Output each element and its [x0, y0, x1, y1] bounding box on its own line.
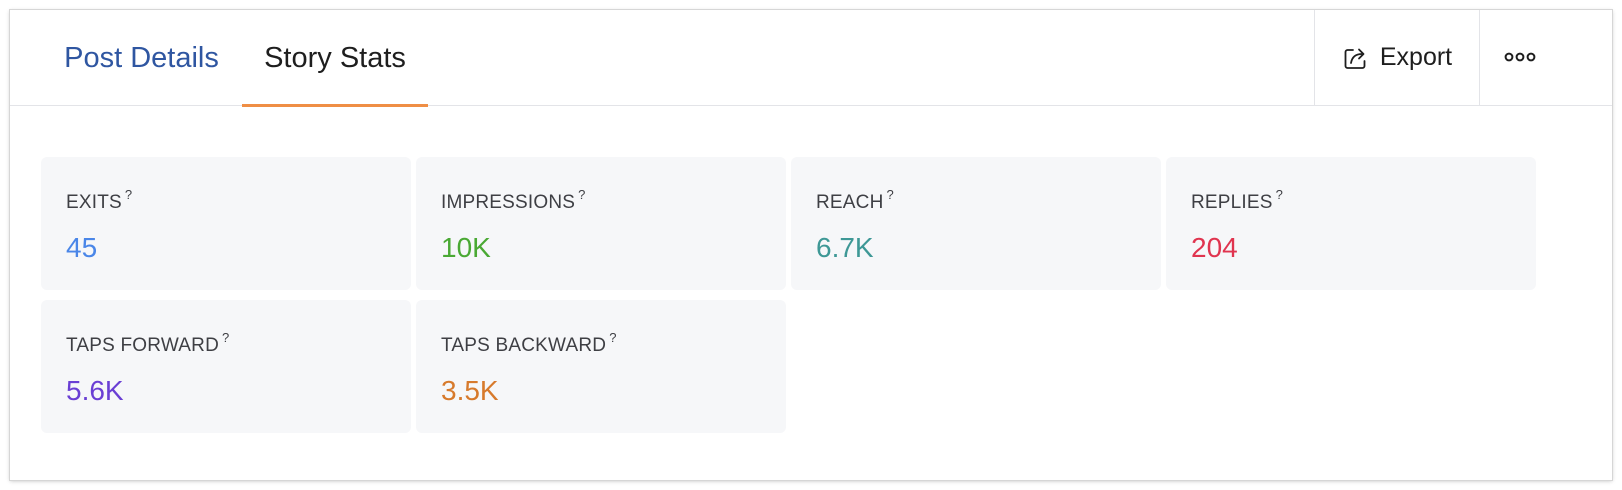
stat-label: TAPS BACKWARD? [441, 330, 617, 357]
help-icon[interactable]: ? [887, 187, 894, 202]
help-icon[interactable]: ? [222, 330, 229, 345]
stat-label-text: IMPRESSIONS [441, 192, 576, 213]
stat-card-taps-forward: TAPS FORWARD? 5.6K [41, 300, 411, 433]
stat-card-replies: REPLIES? 204 [1166, 157, 1536, 290]
stat-card-taps-backward: TAPS BACKWARD? 3.5K [416, 300, 786, 433]
stat-value: 5.6K [66, 375, 124, 406]
tab-post-details-label: Post Details [64, 41, 219, 74]
help-icon[interactable]: ? [609, 330, 616, 345]
stat-card-exits: EXITS? 45 [41, 157, 411, 290]
export-share-icon [1342, 44, 1370, 72]
stat-value: 6.7K [816, 232, 874, 263]
stat-value: 45 [66, 232, 98, 263]
stat-label: REPLIES? [1191, 187, 1283, 214]
stat-label: TAPS FORWARD? [66, 330, 229, 357]
stat-value: 3.5K [441, 375, 499, 406]
stat-label: REACH? [816, 187, 894, 214]
help-icon[interactable]: ? [1276, 187, 1283, 202]
stat-card-impressions: IMPRESSIONS? 10K [416, 157, 786, 290]
stat-label-text: TAPS BACKWARD [441, 335, 607, 356]
export-button[interactable]: Export [1315, 10, 1479, 105]
active-tab-indicator [242, 104, 428, 107]
stat-label-text: REACH [816, 192, 884, 213]
tab-post-details[interactable]: Post Details [54, 10, 229, 106]
stat-value: 204 [1191, 232, 1238, 263]
stat-card-reach: REACH? 6.7K [791, 157, 1161, 290]
stat-label: IMPRESSIONS? [441, 187, 586, 214]
help-icon[interactable]: ? [125, 187, 132, 202]
tab-story-stats-label: Story Stats [264, 41, 406, 74]
stat-label: EXITS? [66, 187, 132, 214]
tab-story-stats[interactable]: Story Stats [242, 10, 428, 107]
story-stats-panel: Post Details Story Stats Export EXITS ? … [10, 10, 1612, 480]
help-icon[interactable]: ? [578, 187, 585, 202]
panel-header: Post Details Story Stats Export [10, 10, 1612, 107]
more-options-button[interactable] [1480, 10, 1560, 105]
stat-label-text: TAPS FORWARD [66, 335, 219, 356]
stat-label-text: REPLIES [1191, 192, 1273, 213]
stat-label-text: EXITS [66, 192, 122, 213]
stat-value: 10K [441, 232, 491, 263]
more-options-icon [1504, 49, 1536, 67]
export-label: Export [1379, 43, 1453, 71]
